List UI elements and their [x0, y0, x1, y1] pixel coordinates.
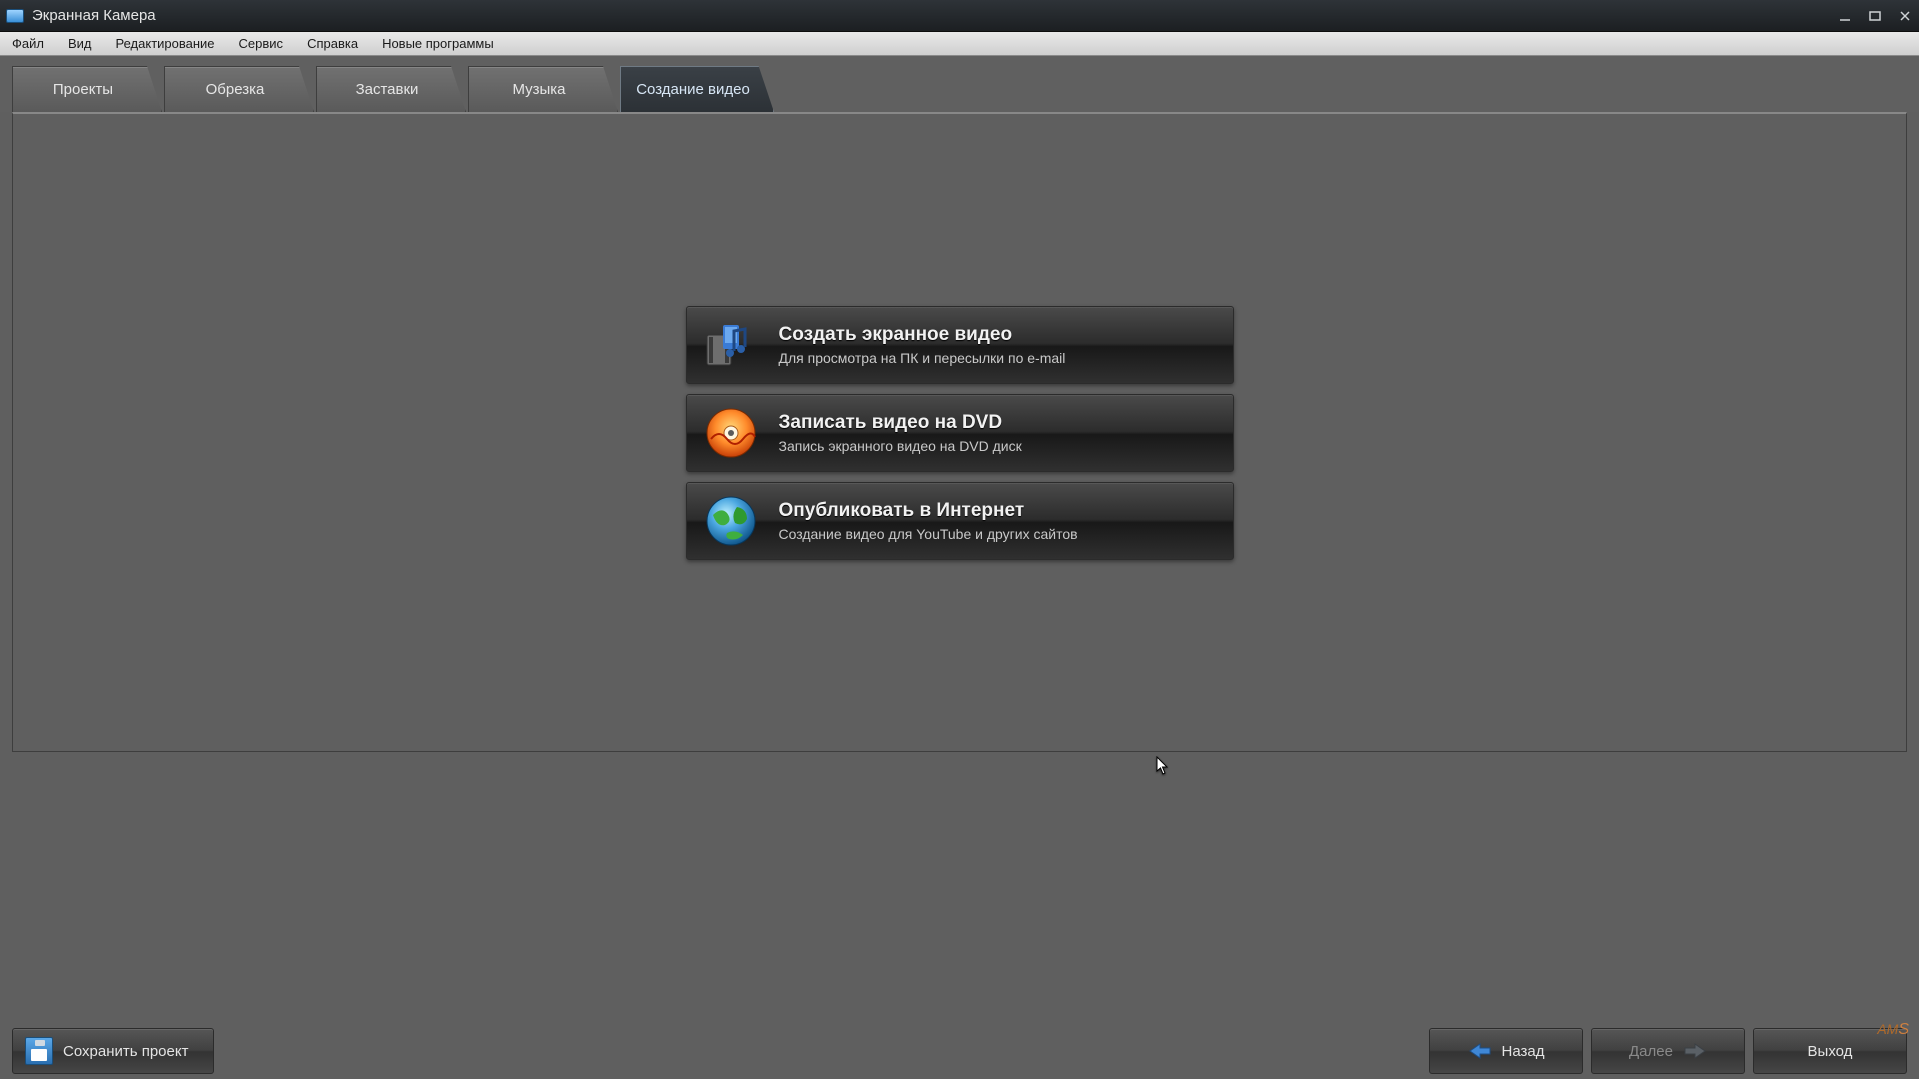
tab-projects[interactable]: Проекты: [12, 66, 162, 112]
menu-help[interactable]: Справка: [295, 32, 370, 55]
dvd-disc-icon: [703, 405, 759, 461]
menu-service[interactable]: Сервис: [227, 32, 296, 55]
option-burn-dvd[interactable]: Записать видео на DVD Запись экранного в…: [686, 394, 1234, 472]
next-label: Далее: [1629, 1043, 1673, 1060]
option-create-screen-video[interactable]: Создать экранное видео Для просмотра на …: [686, 306, 1234, 384]
save-project-button[interactable]: Сохранить проект: [12, 1028, 214, 1074]
floppy-icon: [25, 1037, 53, 1065]
menu-bar: Файл Вид Редактирование Сервис Справка Н…: [0, 32, 1919, 56]
save-project-label: Сохранить проект: [63, 1043, 188, 1060]
tab-create-video[interactable]: Создание видео: [620, 66, 774, 112]
export-options: Создать экранное видео Для просмотра на …: [686, 306, 1234, 560]
back-label: Назад: [1502, 1043, 1545, 1060]
option-title: Записать видео на DVD: [779, 412, 1022, 434]
content-panel: Создать экранное видео Для просмотра на …: [12, 112, 1907, 752]
option-desc: Запись экранного видео на DVD диск: [779, 438, 1022, 454]
window-title: Экранная Камера: [32, 7, 1837, 24]
app-icon: [6, 9, 24, 23]
menu-new-programs[interactable]: Новые программы: [370, 32, 506, 55]
tabs-row: Проекты Обрезка Заставки Музыка Создание…: [0, 56, 1919, 112]
menu-view[interactable]: Вид: [56, 32, 104, 55]
tab-intros[interactable]: Заставки: [316, 66, 466, 112]
window-controls: [1837, 8, 1913, 24]
next-button: Далее: [1591, 1028, 1745, 1074]
film-music-icon: [703, 317, 759, 373]
tab-music[interactable]: Музыка: [468, 66, 618, 112]
option-title: Создать экранное видео: [779, 324, 1066, 346]
close-button[interactable]: [1897, 8, 1913, 24]
minimize-button[interactable]: [1837, 8, 1853, 24]
footer-bar: Сохранить проект Назад Далее Выход: [0, 1023, 1919, 1079]
globe-icon: [703, 493, 759, 549]
option-title: Опубликовать в Интернет: [779, 500, 1078, 522]
option-desc: Создание видео для YouTube и других сайт…: [779, 526, 1078, 542]
exit-label: Выход: [1808, 1043, 1853, 1060]
title-bar: Экранная Камера: [0, 0, 1919, 32]
tab-trim[interactable]: Обрезка: [164, 66, 314, 112]
brand-logo: AMS: [1877, 1021, 1909, 1039]
arrow-right-icon: [1683, 1042, 1707, 1060]
menu-file[interactable]: Файл: [0, 32, 56, 55]
mouse-cursor: [1156, 756, 1170, 776]
arrow-left-icon: [1468, 1042, 1492, 1060]
back-button[interactable]: Назад: [1429, 1028, 1583, 1074]
option-publish-internet[interactable]: Опубликовать в Интернет Создание видео д…: [686, 482, 1234, 560]
menu-edit[interactable]: Редактирование: [104, 32, 227, 55]
option-desc: Для просмотра на ПК и пересылки по e-mai…: [779, 350, 1066, 366]
maximize-button[interactable]: [1867, 8, 1883, 24]
